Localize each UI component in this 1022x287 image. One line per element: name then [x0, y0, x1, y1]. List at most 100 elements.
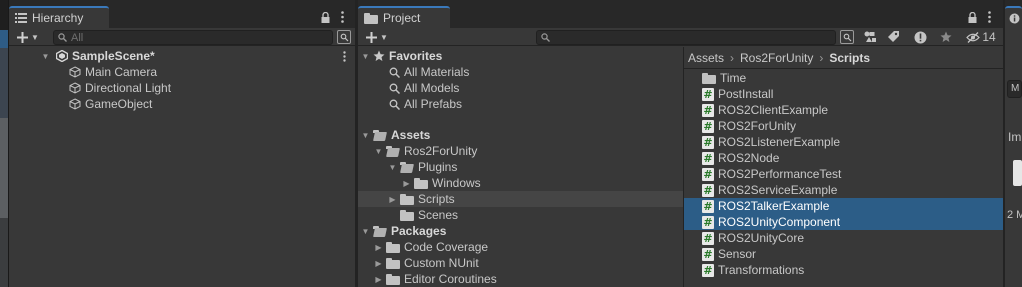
- expand-arrow-icon[interactable]: ▼: [388, 159, 397, 175]
- folder-icon: [364, 12, 378, 24]
- chevron-down-icon: ▼: [380, 32, 388, 42]
- project-panel: Project ▼ 14 ▼ Favorites All Materials A…: [358, 0, 1003, 287]
- search-by-filter-icon[interactable]: [840, 30, 854, 44]
- hidden-packages-button[interactable]: 14: [962, 29, 1000, 45]
- file-label: ROS2UnityComponent: [718, 215, 841, 229]
- scene-row[interactable]: ▼ SampleScene*: [9, 48, 355, 64]
- breadcrumb-current[interactable]: Scripts: [829, 51, 870, 65]
- folder-open-icon: [373, 225, 387, 237]
- inspector-tab[interactable]: [1005, 6, 1022, 28]
- warning-filter-icon[interactable]: [912, 29, 928, 45]
- file-row[interactable]: # PostInstall: [684, 86, 1003, 102]
- scene-view-edge: [0, 0, 8, 287]
- file-label: Sensor: [718, 247, 757, 261]
- gameobject-row[interactable]: Main Camera: [69, 64, 157, 80]
- collapsed-arrow-icon[interactable]: ▶: [388, 191, 397, 207]
- file-row[interactable]: # Transformations: [684, 262, 1003, 278]
- file-label: ROS2Node: [718, 151, 780, 165]
- folder-row[interactable]: ▼ Ros2ForUnity: [374, 143, 478, 159]
- project-folder-tree: ▼ Favorites All Materials All Models All…: [358, 47, 683, 287]
- csharp-script-icon: #: [702, 199, 714, 213]
- breadcrumb-item[interactable]: Assets: [688, 51, 724, 65]
- file-row[interactable]: # Sensor: [684, 246, 1003, 262]
- breadcrumb: Assets › Ros2ForUnity › Scripts: [688, 49, 870, 67]
- project-tab[interactable]: Project: [358, 6, 450, 28]
- expand-arrow-icon[interactable]: ▼: [374, 143, 383, 159]
- folder-row[interactable]: Scenes: [388, 207, 458, 223]
- csharp-script-icon: #: [702, 263, 714, 277]
- expand-arrow-icon[interactable]: ▼: [41, 48, 50, 64]
- expand-arrow-icon[interactable]: ▼: [361, 223, 370, 239]
- folder-icon: [702, 72, 716, 84]
- kebab-menu-icon[interactable]: [984, 10, 994, 24]
- file-row[interactable]: # ROS2ServiceExample: [684, 182, 1003, 198]
- packages-header[interactable]: ▼ Packages: [358, 223, 447, 239]
- favorite-item[interactable]: All Materials: [389, 64, 469, 80]
- folder-row[interactable]: ▶ Windows: [402, 175, 480, 191]
- file-row[interactable]: # ROS2Node: [684, 150, 1003, 166]
- file-row[interactable]: Time: [684, 70, 1003, 86]
- unity-scene-icon: [56, 50, 68, 62]
- search-icon: [541, 33, 550, 42]
- folder-row[interactable]: ▼ Plugins: [388, 159, 458, 175]
- favorite-item[interactable]: All Prefabs: [389, 96, 462, 112]
- search-icon: [389, 99, 400, 110]
- gameobject-row[interactable]: GameObject: [69, 96, 152, 112]
- collapsed-arrow-icon[interactable]: ▶: [374, 255, 383, 271]
- hierarchy-tab[interactable]: Hierarchy: [9, 6, 109, 28]
- file-row[interactable]: # ROS2TalkerExample: [684, 198, 1003, 214]
- folder-label: Scenes: [418, 208, 459, 222]
- breadcrumb-item[interactable]: Ros2ForUnity: [740, 51, 813, 65]
- csharp-script-icon: #: [702, 167, 714, 181]
- inspector-label: 2 M: [1007, 209, 1022, 221]
- package-row[interactable]: ▶ Code Coverage: [374, 239, 488, 255]
- package-label: Custom NUnit: [404, 256, 479, 270]
- assets-header[interactable]: ▼ Assets: [358, 127, 431, 143]
- favorites-label: Favorites: [389, 49, 443, 63]
- filter-by-label-icon[interactable]: [886, 29, 902, 45]
- file-row[interactable]: # ROS2PerformanceTest: [684, 166, 1003, 182]
- gameobject-label: Directional Light: [85, 81, 172, 95]
- inspector-field[interactable]: M: [1007, 80, 1022, 98]
- project-file-list: Assets › Ros2ForUnity › Scripts Time # Pos…: [684, 47, 1003, 287]
- scene-kebab-menu-icon[interactable]: [339, 50, 349, 62]
- file-row[interactable]: # ROS2ForUnity: [684, 118, 1003, 134]
- inspector-label: Im: [1008, 130, 1022, 144]
- expand-arrow-icon[interactable]: ▼: [361, 127, 370, 143]
- favorites-star-icon[interactable]: [938, 29, 954, 45]
- folder-icon: [386, 257, 400, 269]
- file-row[interactable]: # ROS2UnityComponent: [684, 214, 1003, 230]
- add-dropdown-button[interactable]: ▼: [13, 29, 43, 45]
- package-row[interactable]: ▶ Custom NUnit: [374, 255, 479, 271]
- folder-row-selected[interactable]: ▶ Scripts: [358, 191, 683, 207]
- file-label: Time: [720, 71, 747, 85]
- folder-label: Scripts: [418, 192, 455, 206]
- favorite-item[interactable]: All Models: [389, 80, 459, 96]
- file-row[interactable]: # ROS2UnityCore: [684, 230, 1003, 246]
- file-row[interactable]: # ROS2ClientExample: [684, 102, 1003, 118]
- file-label: ROS2ClientExample: [718, 103, 829, 117]
- lock-icon[interactable]: [966, 10, 978, 24]
- lock-icon[interactable]: [319, 10, 331, 24]
- collapsed-arrow-icon[interactable]: ▶: [402, 175, 411, 191]
- folder-open-icon: [400, 161, 414, 173]
- search-filter-icon[interactable]: [337, 30, 351, 44]
- folder-icon: [400, 193, 414, 205]
- expand-arrow-icon[interactable]: ▼: [361, 48, 370, 64]
- file-label: ROS2TalkerExample: [718, 199, 830, 213]
- project-search-input[interactable]: [536, 30, 836, 45]
- hierarchy-search-input[interactable]: All: [53, 30, 333, 45]
- package-row[interactable]: ▶ Editor Coroutines: [374, 271, 496, 287]
- file-row[interactable]: # ROS2ListenerExample: [684, 134, 1003, 150]
- csharp-script-icon: #: [702, 231, 714, 245]
- search-icon: [58, 33, 67, 42]
- favorite-item-label: All Materials: [404, 65, 470, 79]
- filter-by-type-icon[interactable]: [862, 29, 878, 45]
- file-label: ROS2ListenerExample: [718, 135, 841, 149]
- kebab-menu-icon[interactable]: [337, 10, 347, 24]
- gameobject-row[interactable]: Directional Light: [69, 80, 171, 96]
- create-dropdown-button[interactable]: ▼: [362, 29, 392, 45]
- collapsed-arrow-icon[interactable]: ▶: [374, 239, 383, 255]
- collapsed-arrow-icon[interactable]: ▶: [374, 271, 383, 287]
- favorites-header[interactable]: ▼ Favorites: [358, 48, 443, 64]
